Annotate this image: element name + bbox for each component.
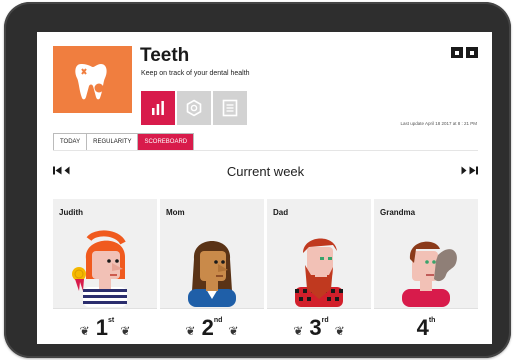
week-title: Current week [226,164,305,179]
page-title: Teeth [140,45,190,66]
rank-number: 4 [416,315,429,340]
dad-avatar [295,238,343,307]
laurel-left-icon: ❦ [185,324,196,338]
rank-number: 2 [201,315,214,340]
page-subtitle: Keep on track of your dental health [141,70,250,77]
app-screen: Teeth Keep on track of your dental healt… [37,32,492,344]
rank-area: ❦ 3rd ❦ [267,308,371,344]
mom-avatar [188,241,236,307]
tab-today[interactable]: TODAY [54,134,88,150]
chart-view-button[interactable] [141,91,175,125]
gear-icon [186,99,202,117]
rank-area: 4th [374,308,478,344]
laurel-left-icon: ❦ [79,324,90,338]
tab-regularity[interactable]: REGULARITY [87,134,139,150]
rank-suffix: th [428,317,436,324]
list-view-button[interactable] [213,91,247,125]
document-icon [222,99,238,117]
scoreboard: Judith ❦ 1st ❦ Mom ❦ 2nd ❦ Dad ❦ 3rd ❦ G… [53,199,478,344]
divider [53,150,478,151]
window-controls [451,47,478,58]
grandma-avatar [402,241,457,307]
skip-last-icon[interactable] [469,166,478,175]
last-update-text: Last update April 18 2017 at 8 : 21 PM [400,121,477,126]
tab-bar: TODAY REGULARITY SCOREBOARD [53,133,195,151]
laurel-right-icon: ❦ [334,324,345,338]
rank-number: 1 [95,315,108,340]
laurel-right-icon: ❦ [228,324,239,338]
bar-chart-icon [152,101,164,115]
tooth-icon [74,63,107,99]
next-icon[interactable] [461,166,467,175]
rank-number: 3 [309,315,322,340]
rank-area: ❦ 2nd ❦ [160,308,264,344]
app-icon [53,46,132,113]
player-card[interactable]: Grandma 4th [374,199,478,344]
player-name: Judith [59,208,83,217]
week-navigation: Current week [53,164,478,180]
view-switcher [141,91,247,125]
minimize-button[interactable] [451,47,463,58]
rank-suffix: nd [213,317,223,324]
player-card[interactable]: Dad ❦ 3rd ❦ [267,199,371,344]
rank-suffix: st [108,317,115,324]
rank-display: ❦ 2nd ❦ [160,315,264,341]
player-name: Grandma [380,208,416,217]
tablet-frame: Teeth Keep on track of your dental healt… [4,2,511,358]
player-card[interactable]: Mom ❦ 2nd ❦ [160,199,264,344]
rank-display: ❦ 3rd ❦ [267,315,371,341]
nav-forward-controls [461,166,478,175]
settings-view-button[interactable] [177,91,211,125]
rank-display: 4th [374,315,478,341]
tab-scoreboard[interactable]: SCOREBOARD [138,134,194,150]
rank-display: ❦ 1st ❦ [53,315,157,341]
laurel-left-icon: ❦ [293,324,304,338]
square-icon [470,50,474,55]
player-name: Dad [273,208,289,217]
rank-suffix: rd [321,317,329,324]
player-card[interactable]: Judith ❦ 1st ❦ [53,199,157,344]
player-name: Mom [166,208,185,217]
maximize-button[interactable] [466,47,478,58]
laurel-right-icon: ❦ [120,324,131,338]
rank-area: ❦ 1st ❦ [53,308,157,344]
square-icon [455,50,459,55]
judith-avatar [72,230,127,307]
